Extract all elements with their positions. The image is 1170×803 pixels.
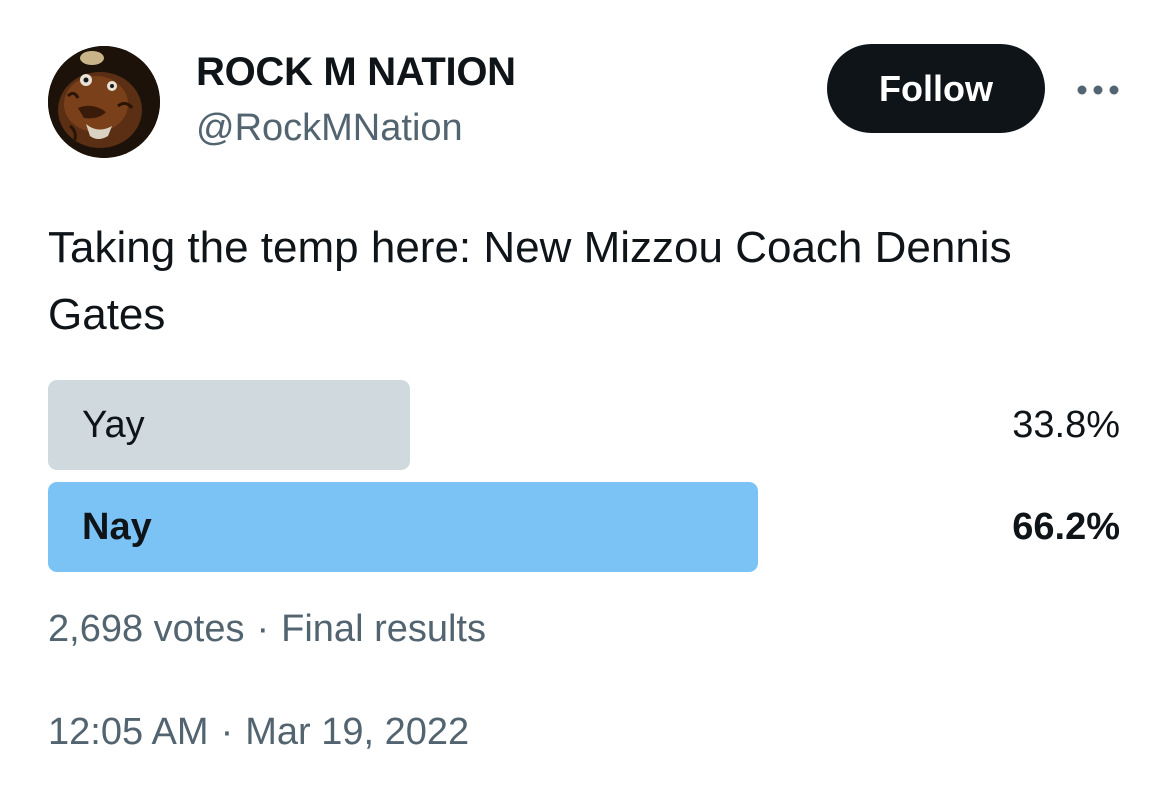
tweet-text: Taking the temp here: New Mizzou Coach D… (48, 223, 1012, 339)
poll-summary: 2,698 votes · Final results (48, 608, 486, 651)
poll-status: Final results (281, 608, 486, 650)
separator-dot: · (256, 608, 270, 650)
author-handle[interactable]: @RockMNation (196, 107, 463, 150)
poll-option-yay: Yay 33.8% (48, 380, 1120, 470)
author-display-name[interactable]: ROCK M NATION (196, 50, 516, 95)
poll-option-percent: 33.8% (1012, 404, 1120, 446)
poll-option-nay: Nay 66.2% (48, 482, 1120, 572)
tiger-mascot-icon (48, 46, 160, 158)
separator-dot: · (220, 711, 234, 753)
poll-option-label: Yay (82, 404, 145, 446)
tweet-timestamp[interactable]: 12:05 AM · Mar 19, 2022 (48, 711, 469, 754)
poll-option-percent: 66.2% (1012, 506, 1120, 548)
tweet-date: Mar 19, 2022 (245, 711, 470, 753)
tweet-card: ROCK M NATION @RockMNation Follow Taking… (0, 0, 1170, 803)
poll-vote-count: 2,698 votes (48, 608, 245, 650)
poll-result-bar (48, 482, 758, 572)
follow-button[interactable]: Follow (827, 44, 1045, 133)
author-avatar[interactable] (48, 46, 160, 158)
more-horizontal-icon[interactable] (1074, 80, 1122, 100)
tweet-time: 12:05 AM (48, 711, 209, 753)
poll-option-label: Nay (82, 506, 152, 548)
